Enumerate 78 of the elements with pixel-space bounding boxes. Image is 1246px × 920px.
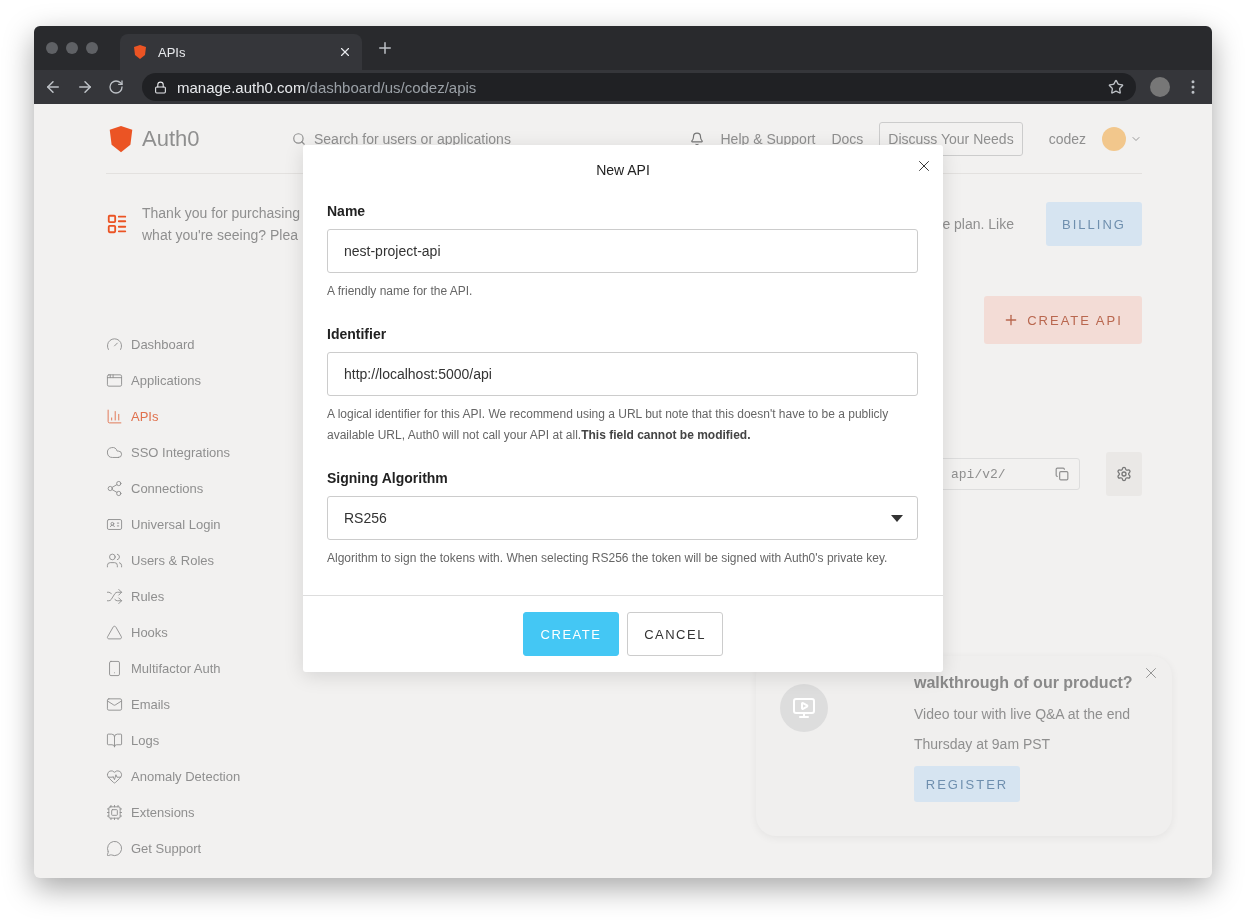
sidebar-item[interactable]: Anomaly Detection (106, 758, 294, 794)
search-icon (292, 131, 306, 146)
sidebar-item[interactable]: Universal Login (106, 506, 294, 542)
window-icon (106, 371, 123, 389)
field-hint: A logical identifier for this API. We recommend using a URL but note that this doesn't have to be a publicly available URL, Auth0 will not call your API at all.This field cannot be modified. (327, 406, 890, 444)
lock-icon (154, 80, 167, 94)
billing-button[interactable]: BILLING (1046, 202, 1142, 246)
heart-pulse-icon (106, 767, 123, 785)
promo-text: Thursday at 9am PST (914, 736, 1052, 752)
bell-icon[interactable] (690, 131, 705, 146)
input-field[interactable]: nest-project-api (327, 229, 918, 273)
back-icon[interactable] (44, 78, 62, 96)
sidebar-item[interactable]: Hooks (106, 614, 294, 650)
brand-logo: Auth0 (106, 122, 276, 155)
header-link[interactable]: Help & Support (720, 130, 816, 147)
field-hint: Algorithm to sign the tokens with. When selecting RS256 the token will be signed with Auth0's private key. (327, 550, 889, 567)
forward-icon[interactable] (76, 78, 94, 96)
register-button[interactable]: REGISTER (914, 766, 1020, 802)
phone-icon (106, 659, 123, 677)
settings-icon (1116, 466, 1132, 482)
address-bar[interactable]: manage.auth0.com/dashboard/us/codez/apis (142, 73, 1136, 101)
sidebar-item[interactable]: SSO Integrations (106, 434, 294, 470)
profile-avatar[interactable] (1150, 77, 1170, 97)
dialog-title: New API (596, 162, 650, 178)
url-host: manage.auth0.com (177, 78, 306, 96)
banner-text: what you're seeing? Plea (142, 227, 299, 243)
sidebar-item[interactable]: Multifactor Auth (106, 650, 294, 686)
field-label: Signing Algorithm (327, 470, 449, 486)
sidebar-item[interactable]: Get Support (106, 830, 294, 866)
field-label: Identifier (327, 326, 388, 342)
create-button[interactable]: CREATE (523, 612, 619, 656)
gauge-icon (106, 335, 123, 353)
header-link[interactable]: Docs (831, 130, 864, 147)
book-icon (106, 731, 123, 749)
bookmark-star-icon[interactable] (1108, 79, 1124, 95)
list-icon (106, 213, 128, 235)
chat-bubble-icon (106, 839, 123, 857)
new-tab-icon[interactable] (376, 39, 394, 57)
reload-icon[interactable] (108, 79, 124, 95)
monitor-play-icon (792, 696, 816, 720)
copy-icon[interactable] (1055, 467, 1069, 481)
mail-icon (106, 695, 123, 713)
banner-text: Thank you for purchasing (142, 205, 300, 221)
sidebar-item[interactable]: Extensions (106, 794, 294, 830)
promo-text: Video tour with live Q&A at the end (914, 706, 1132, 722)
search-field[interactable]: Search for users or applications (292, 130, 622, 147)
caret-icon (891, 514, 903, 522)
sidebar-item[interactable]: Dashboard (106, 326, 294, 362)
shuffle-icon (106, 587, 123, 605)
sidebar-item[interactable]: Applications (106, 362, 294, 398)
window-control[interactable] (66, 42, 78, 54)
algorithm-select[interactable]: RS256 (327, 496, 918, 540)
bar-chart-icon (106, 407, 123, 425)
url-path: /dashboard/us/codez/apis (305, 78, 477, 96)
sidebar-item[interactable]: Rules (106, 578, 294, 614)
browser-tab[interactable]: APIs (120, 34, 362, 70)
field-hint: A friendly name for the API. (327, 283, 474, 300)
window-control[interactable] (86, 42, 98, 54)
settings-button[interactable] (1106, 452, 1142, 496)
user-name[interactable]: codez (1048, 130, 1086, 147)
banner-text: e plan. Like (942, 216, 1014, 232)
triangle-icon (106, 623, 123, 641)
share-icon (106, 479, 123, 497)
sidebar-item[interactable]: Connections (106, 470, 294, 506)
input-field[interactable]: http://localhost:5000/api (327, 352, 918, 396)
window-control[interactable] (46, 42, 58, 54)
sidebar-item[interactable]: Users & Roles (106, 542, 294, 578)
promo-title: walkthrough of our product? (914, 674, 1133, 692)
chip-icon (106, 803, 123, 821)
sidebar-item[interactable]: APIs (106, 398, 294, 434)
users-icon (106, 551, 123, 569)
shield-logo-icon (132, 44, 148, 60)
create-api-button[interactable]: CREATE API (984, 296, 1142, 344)
sidebar-item[interactable]: Logs (106, 722, 294, 758)
field-label: Name (327, 203, 367, 219)
close-tab-icon[interactable] (338, 45, 352, 59)
cancel-button[interactable]: CANCEL (627, 612, 723, 656)
sidebar-item[interactable]: Emails (106, 686, 294, 722)
